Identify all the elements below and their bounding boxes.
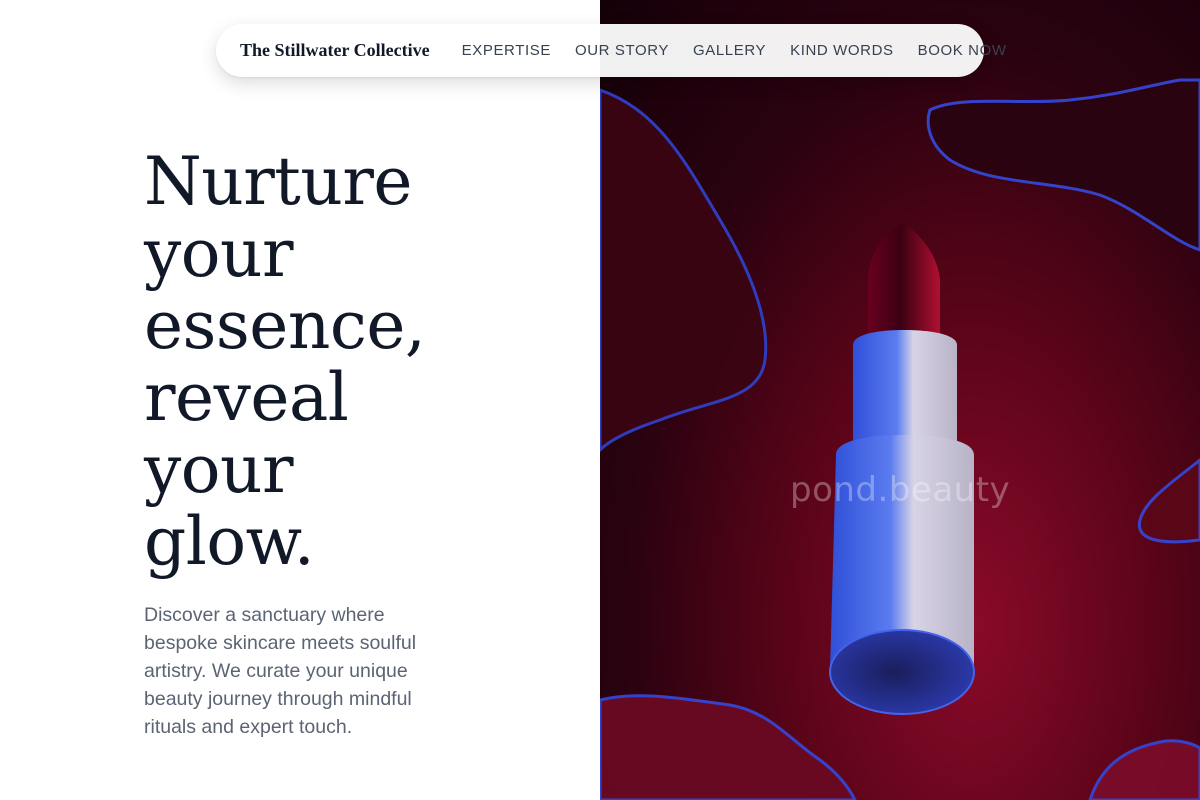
lipstick-illustration bbox=[600, 78, 1200, 800]
liquid-puddle bbox=[926, 78, 1200, 252]
liquid-puddle bbox=[600, 88, 768, 453]
top-navbar: The Stillwater Collective EXPERTISE OUR … bbox=[216, 24, 1006, 77]
lipstick-inner-tube bbox=[853, 330, 957, 450]
hero-left-pane: Nurture your essence, reveal your glow. … bbox=[0, 0, 600, 800]
nav-link-expertise[interactable]: EXPERTISE bbox=[462, 42, 551, 59]
liquid-puddle bbox=[1088, 739, 1200, 800]
hero-title-line: reveal bbox=[144, 359, 349, 436]
hero-image: pond.beauty bbox=[600, 0, 1200, 800]
hero-title: Nurture your essence, reveal your glow. bbox=[144, 146, 524, 578]
nav-link-our-story[interactable]: OUR STORY bbox=[575, 42, 669, 59]
nav-link-book-now[interactable]: BOOK NOW bbox=[918, 42, 1007, 59]
brand-logo[interactable]: The Stillwater Collective bbox=[240, 40, 430, 61]
liquid-puddle bbox=[1137, 458, 1200, 544]
hero-title-line: essence, bbox=[144, 287, 426, 364]
nav-link-gallery[interactable]: GALLERY bbox=[693, 42, 766, 59]
hero-title-line: your bbox=[144, 431, 294, 508]
liquid-puddle bbox=[600, 694, 857, 800]
nav-links: EXPERTISE OUR STORY GALLERY KIND WORDS B… bbox=[462, 42, 1007, 59]
hero-title-line: your bbox=[144, 215, 294, 292]
lipstick-bullet bbox=[868, 223, 940, 340]
hero-description: Discover a sanctuary where bespoke skinc… bbox=[144, 604, 417, 738]
hero-title-line: Nurture bbox=[144, 143, 412, 220]
nav-link-kind-words[interactable]: KIND WORDS bbox=[790, 42, 894, 59]
watermark: pond.beauty bbox=[790, 470, 1011, 510]
hero-title-line: glow. bbox=[144, 503, 315, 580]
lipstick-base bbox=[829, 629, 975, 715]
